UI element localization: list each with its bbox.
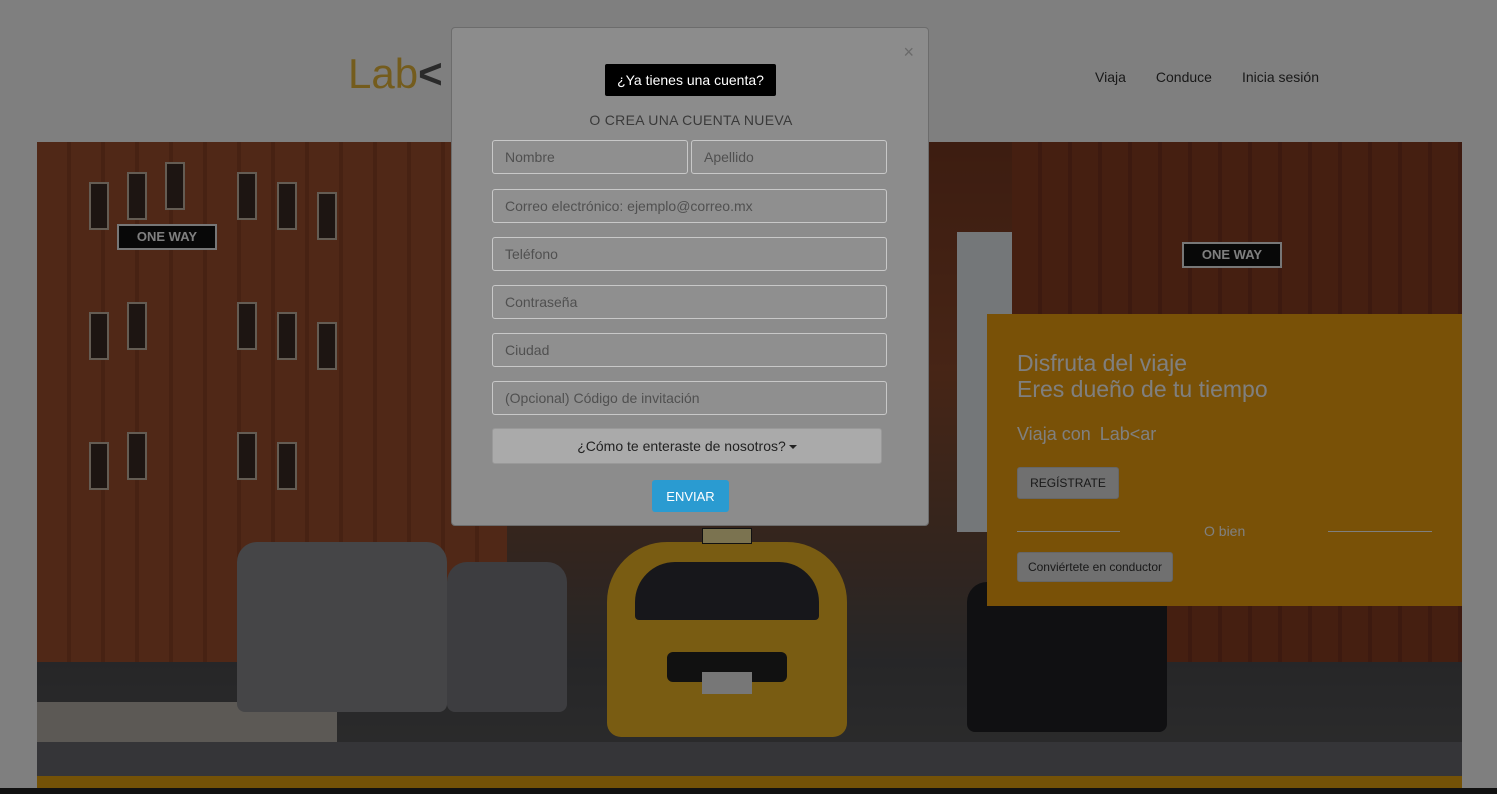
phone-field[interactable] [492, 237, 887, 271]
submit-button[interactable]: ENVIAR [652, 480, 729, 512]
signup-modal: × ¿Ya tienes una cuenta? O CREA UNA CUEN… [451, 27, 929, 526]
caret-down-icon [788, 445, 797, 450]
city-field[interactable] [492, 333, 887, 367]
email-field[interactable] [492, 189, 887, 223]
first-name-field[interactable] [492, 140, 688, 174]
close-icon[interactable]: × [903, 42, 914, 63]
referral-dropdown-label: ¿Cómo te enteraste de nosotros? [577, 438, 786, 454]
referral-dropdown[interactable]: ¿Cómo te enteraste de nosotros? [492, 428, 882, 464]
password-field[interactable] [492, 285, 887, 319]
have-account-button[interactable]: ¿Ya tienes una cuenta? [605, 64, 776, 96]
invite-code-field[interactable] [492, 381, 887, 415]
backdrop-bottom-strip [0, 788, 1497, 794]
create-account-subtitle: O CREA UNA CUENTA NUEVA [589, 112, 793, 128]
last-name-field[interactable] [691, 140, 887, 174]
